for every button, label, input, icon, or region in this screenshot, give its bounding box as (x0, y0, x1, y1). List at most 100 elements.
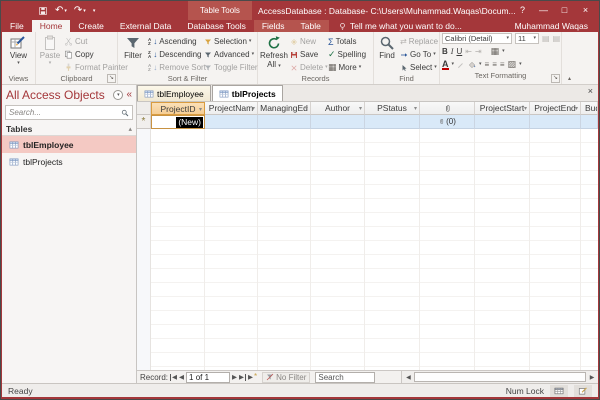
column-header-attachments[interactable] (420, 102, 475, 115)
customize-qat-icon[interactable]: ▾ (93, 6, 96, 16)
spelling-button[interactable]: ✓Spelling (328, 48, 366, 61)
paste-button[interactable]: Paste ▾ (36, 32, 64, 66)
advanced-button[interactable]: Advanced▾ (204, 48, 258, 61)
nav-search-box[interactable] (5, 105, 133, 120)
toggle-filter-button[interactable]: Toggle Filter (204, 61, 258, 74)
nav-search-input[interactable] (9, 108, 119, 117)
underline-button[interactable]: U (456, 47, 462, 56)
minimize-button[interactable]: — (533, 1, 554, 20)
column-header-projectend[interactable]: ProjectEnd▾ (530, 102, 581, 115)
column-header-author[interactable]: Author▾ (311, 102, 365, 115)
tab-home[interactable]: Home (32, 20, 71, 32)
clipboard-dialog-launcher[interactable]: ↘ (107, 74, 116, 83)
ascending-button[interactable]: AZ↓Ascending (148, 35, 204, 48)
shutter-close-icon[interactable]: « (126, 90, 132, 100)
delete-record-button[interactable]: Delete▾ (290, 61, 328, 74)
save-record-button[interactable]: Save (290, 48, 328, 61)
tab-fields[interactable]: Fields (254, 20, 293, 32)
next-record-button[interactable]: ▶ (232, 373, 237, 381)
italic-button[interactable]: I (451, 47, 454, 56)
tab-database-tools[interactable]: Database Tools (179, 20, 253, 32)
remove-sort-button[interactable]: AZ↓Remove Sort (148, 61, 204, 74)
tab-create[interactable]: Create (70, 20, 112, 32)
align-right-icon[interactable]: ≡ (500, 60, 505, 69)
selection-button[interactable]: Selection▾ (204, 35, 258, 48)
datasheet-view-button[interactable] (550, 385, 568, 397)
column-header-pstatus[interactable]: PStatus▾ (365, 102, 420, 115)
align-left-icon[interactable]: ≡ (485, 60, 490, 69)
tell-me-box[interactable]: Tell me what you want to do... (329, 20, 471, 32)
align-center-icon[interactable]: ≡ (492, 60, 497, 69)
design-view-button[interactable] (574, 385, 592, 397)
tab-table[interactable]: Table (293, 20, 329, 32)
column-header-projectid[interactable]: ProjectID▾ (151, 102, 205, 115)
font-name-combo[interactable]: Calibri (Detail)▾ (442, 33, 512, 44)
totals-button[interactable]: ΣTotals (328, 35, 366, 48)
decrease-indent-icon[interactable]: ⇤ (465, 47, 472, 56)
bullets-icon[interactable]: ▤ (542, 34, 550, 43)
collapse-group-icon[interactable]: ▴ (128, 125, 132, 133)
gridlines-icon[interactable]: ▦ (491, 46, 500, 57)
scroll-right-icon[interactable]: ▶ (586, 374, 598, 381)
font-size-combo[interactable]: 11▾ (515, 33, 539, 44)
cell[interactable] (365, 115, 420, 129)
bold-button[interactable]: B (442, 47, 448, 56)
redo-icon[interactable]: ↷▾ (74, 6, 86, 16)
font-color-button[interactable]: A (442, 60, 449, 70)
nav-menu-icon[interactable]: ▾ (113, 90, 123, 100)
goto-button[interactable]: Go To▾ (400, 48, 438, 61)
new-record-id-cell[interactable]: (New) (151, 115, 205, 129)
close-button[interactable]: × (575, 1, 596, 20)
doc-tab-tblprojects[interactable]: tblProjects (212, 85, 283, 101)
record-search-input[interactable] (315, 372, 375, 383)
increase-indent-icon[interactable]: ⇥ (475, 47, 482, 56)
tab-file[interactable]: File (2, 20, 32, 32)
previous-record-button[interactable]: ◀ (179, 373, 184, 381)
fill-bucket-icon[interactable] (468, 61, 476, 69)
new-record-selector[interactable]: * (137, 115, 151, 129)
find-button[interactable]: Find (374, 32, 400, 60)
nav-item-tblemployee[interactable]: tblEmployee (2, 136, 136, 153)
view-button[interactable]: View ▾ (10, 32, 27, 66)
horizontal-scrollbar[interactable]: ◀ ▶ (401, 371, 598, 383)
record-position[interactable]: 1 of 1 (186, 372, 230, 383)
nav-group-tables[interactable]: Tables ▴ (2, 122, 136, 136)
column-header-managinged[interactable]: ManagingEd▾ (258, 102, 311, 115)
cell[interactable] (530, 115, 581, 129)
highlighter-icon[interactable] (457, 61, 465, 69)
first-record-button[interactable]: ◀ (170, 373, 177, 381)
column-header-projectstart[interactable]: ProjectStart▾ (475, 102, 530, 115)
alternate-row-color-icon[interactable]: ▨ (508, 59, 517, 70)
cell[interactable] (205, 115, 258, 129)
doc-tab-tblemployee[interactable]: tblEmployee (137, 85, 211, 101)
replace-button[interactable]: ⇄Replace (400, 35, 438, 48)
scrollbar-thumb[interactable] (414, 372, 586, 382)
undo-icon[interactable]: ↶▾ (55, 6, 67, 16)
cell[interactable] (475, 115, 530, 129)
save-icon[interactable] (38, 6, 48, 16)
cell[interactable] (581, 115, 598, 129)
new-blank-record-button[interactable]: ▶* (248, 373, 257, 381)
user-name[interactable]: Muhammad Waqas (515, 20, 588, 32)
attachment-cell[interactable]: (0) (420, 115, 475, 129)
help-button[interactable]: ? (512, 1, 533, 20)
collapse-ribbon-icon[interactable]: ▴ (568, 75, 571, 82)
scroll-left-icon[interactable]: ◀ (402, 374, 414, 381)
select-all-corner[interactable] (137, 102, 151, 115)
no-filter-button[interactable]: No Filter (262, 372, 310, 383)
nav-item-tblprojects[interactable]: tblProjects (2, 153, 136, 170)
filter-button[interactable]: Filter (118, 32, 148, 60)
column-header-budget[interactable]: Budge (581, 102, 598, 115)
more-button[interactable]: ▦More▾ (328, 61, 366, 74)
close-document-icon[interactable]: × (588, 87, 593, 96)
tab-external-data[interactable]: External Data (112, 20, 180, 32)
column-header-projectname[interactable]: ProjectNam▾ (205, 102, 258, 115)
text-formatting-dialog-launcher[interactable]: ↘ (551, 74, 560, 83)
maximize-button[interactable]: □ (554, 1, 575, 20)
new-record-button[interactable]: New (290, 35, 328, 48)
cell[interactable] (258, 115, 311, 129)
cell[interactable] (311, 115, 365, 129)
select-button[interactable]: Select▾ (400, 61, 438, 74)
numbering-icon[interactable]: ▤ (553, 34, 561, 43)
refresh-all-button[interactable]: Refresh All ▾ (258, 32, 290, 69)
